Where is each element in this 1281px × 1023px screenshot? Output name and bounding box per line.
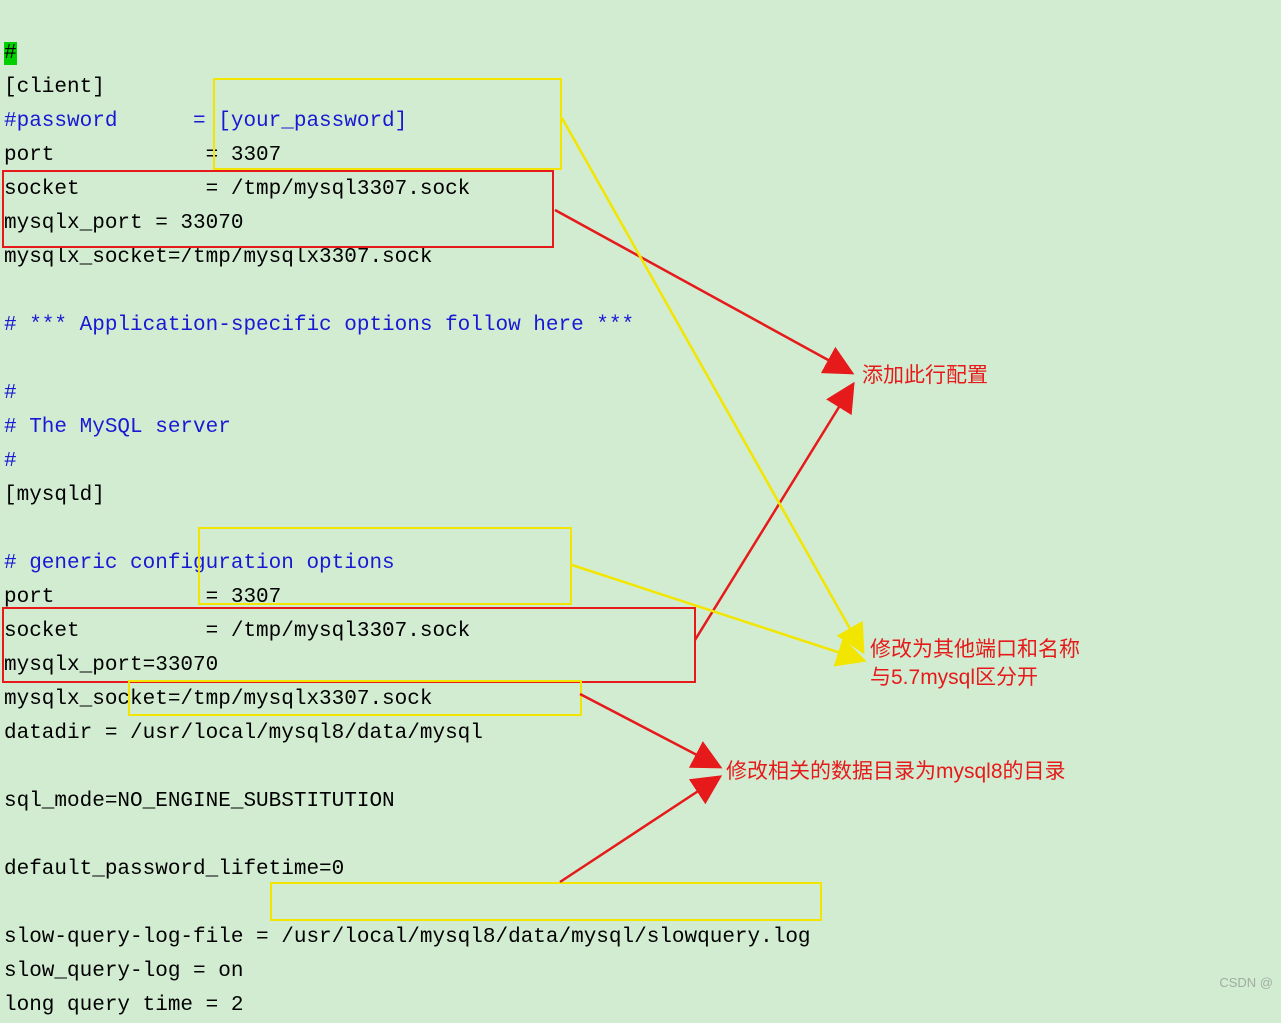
line-27-path: /usr/local/mysql8/data/mysql/slowquery.l… [281, 926, 810, 949]
line-16-comment: # generic configuration options [4, 552, 395, 575]
line-27: slow-query-log-file = /usr/local/mysql8/… [4, 926, 811, 949]
line-17: port = 3307 [4, 586, 281, 609]
line-6: mysqlx_port = 33070 [4, 212, 243, 235]
line-12-comment: # The MySQL server [4, 416, 231, 439]
line-3-comment: #password = [your_password] [4, 110, 407, 133]
line-21-path: /usr/local/mysql8/data/mysql [130, 722, 483, 745]
line-11-comment: # [4, 382, 17, 405]
line-13-comment: # [4, 450, 17, 473]
line-5: socket = /tmp/mysql3307.sock [4, 178, 470, 201]
line-27-key: slow-query-log-file = [4, 926, 281, 949]
line-25: default_password_lifetime=0 [4, 858, 344, 881]
line-23: sql_mode=NO_ENGINE_SUBSTITUTION [4, 790, 395, 813]
line-2: [client] [4, 76, 105, 99]
line-1: # [4, 42, 17, 65]
line-21-key: datadir = [4, 722, 130, 745]
line-29: long query time = 2 [4, 994, 243, 1017]
line-7: mysqlx_socket=/tmp/mysqlx3307.sock [4, 246, 432, 269]
cursor-first-char: # [4, 42, 17, 65]
line-18: socket = /tmp/mysql3307.sock [4, 620, 470, 643]
line-20: mysqlx_socket=/tmp/mysqlx3307.sock [4, 688, 432, 711]
line-14: [mysqld] [4, 484, 105, 507]
line-4: port = 3307 [4, 144, 281, 167]
line-19: mysqlx_port=33070 [4, 654, 218, 677]
line-21: datadir = /usr/local/mysql8/data/mysql [4, 722, 483, 745]
config-file-editor: # [client] #password = [your_password] p… [0, 0, 1281, 1023]
line-9-comment: # *** Application-specific options follo… [4, 314, 634, 337]
line-28: slow_query-log = on [4, 960, 243, 983]
watermark: CSDN @ [1219, 966, 1273, 1000]
